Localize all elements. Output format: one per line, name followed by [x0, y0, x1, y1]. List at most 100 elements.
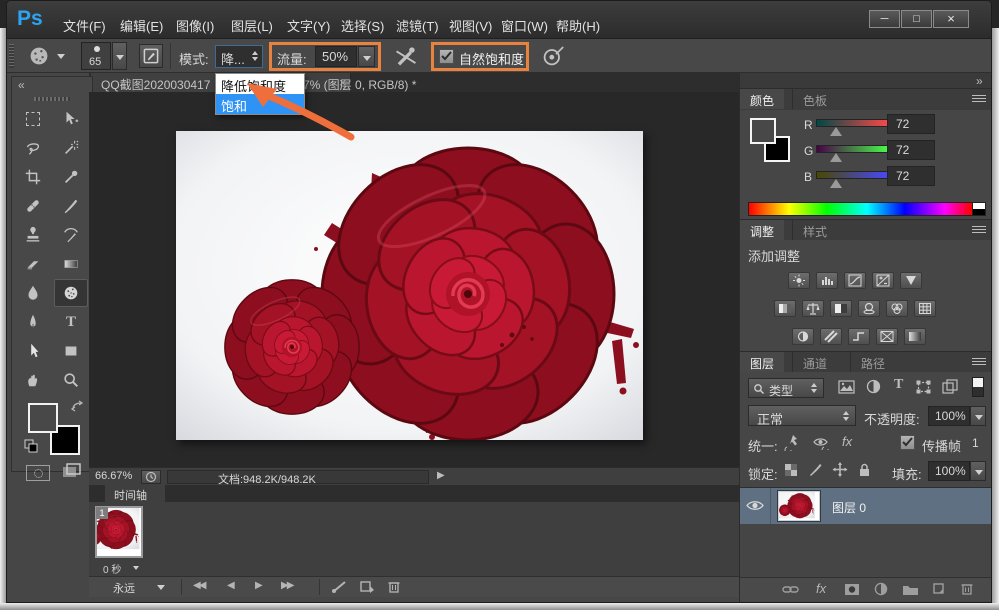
close-button[interactable]: ×	[933, 10, 969, 28]
flow-value-box[interactable]: 50%	[315, 46, 357, 67]
channel-r-thumb[interactable]	[830, 127, 842, 136]
channel-g-thumb[interactable]	[830, 153, 842, 162]
link-layers-button[interactable]	[782, 584, 799, 595]
menu-select[interactable]: 选择(S)	[341, 16, 384, 35]
adj-posterize-button[interactable]	[820, 328, 842, 345]
tool-hand[interactable]	[16, 366, 50, 394]
filter-kind-shape-button[interactable]	[916, 380, 931, 394]
adj-brightness-button[interactable]	[788, 272, 810, 289]
layer-name[interactable]: 图层 0	[832, 499, 866, 516]
loop-selector[interactable]: 永远	[107, 579, 171, 595]
layers-empty-area[interactable]	[740, 524, 992, 576]
vibrance-checkbox[interactable]	[439, 48, 454, 66]
tool-blur[interactable]	[16, 279, 50, 307]
menu-type[interactable]: 文字(Y)	[287, 16, 330, 35]
filter-on-toggle[interactable]	[972, 377, 984, 397]
new-layer-button[interactable]	[932, 582, 947, 596]
layer-style-button[interactable]: fx	[816, 581, 826, 596]
tab-paths[interactable]: 路径	[850, 352, 895, 372]
channel-g-value[interactable]: 72	[887, 140, 935, 160]
toggle-brush-panel-button[interactable]	[139, 44, 163, 68]
tool-rect-marquee[interactable]	[16, 105, 50, 133]
toolbar-collapse-icon[interactable]: «	[18, 78, 25, 92]
spectrum-black-swatch[interactable]	[972, 209, 986, 216]
tool-sponge-selected[interactable]	[54, 279, 88, 307]
tool-lasso[interactable]	[16, 134, 50, 162]
toolbar-grip[interactable]	[34, 97, 70, 101]
menu-image[interactable]: 图像(I)	[176, 16, 214, 35]
adj-vibrance-button[interactable]	[900, 272, 922, 289]
channel-r-value[interactable]: 72	[887, 114, 935, 134]
timeline-tab[interactable]: 时间轴	[105, 485, 165, 502]
adj-channel-mixer-button[interactable]	[886, 300, 908, 317]
propagate-checkbox[interactable]	[900, 434, 915, 452]
dock-collapse-icon[interactable]: »	[976, 74, 983, 88]
channel-r-slider[interactable]	[816, 119, 890, 127]
tool-eraser[interactable]	[16, 250, 50, 278]
status-more-button[interactable]: ▶	[437, 470, 445, 481]
fill-dropdown-button[interactable]	[970, 461, 986, 481]
add-mask-button[interactable]	[844, 583, 860, 596]
tool-brush[interactable]	[54, 192, 88, 220]
new-group-button[interactable]	[902, 583, 919, 596]
brush-dropdown-button[interactable]	[112, 42, 127, 70]
layer-filter-select[interactable]: 类型	[748, 378, 824, 398]
default-colors-icon[interactable]	[24, 439, 38, 453]
tool-type[interactable]: T	[54, 308, 88, 336]
unify-visibility-button[interactable]	[812, 435, 830, 450]
adj-selective-color-button[interactable]	[904, 328, 926, 345]
lock-position-button[interactable]	[832, 462, 848, 477]
layer-row-0[interactable]: 图层 0	[740, 488, 992, 524]
adj-photo-filter-button[interactable]	[858, 300, 880, 317]
adj-hue-sat-button[interactable]	[774, 300, 796, 317]
unify-position-button[interactable]	[784, 434, 802, 451]
menu-layer[interactable]: 图层(L)	[231, 16, 273, 35]
adj-gradient-map-button[interactable]	[876, 328, 898, 345]
adj-invert-button[interactable]	[792, 328, 814, 345]
panel-menu-icon[interactable]	[972, 95, 986, 104]
tab-swatches[interactable]: 色板	[792, 89, 837, 109]
tool-move[interactable]	[54, 105, 88, 133]
next-frame-button[interactable]: ▶▶	[281, 580, 292, 591]
panel-menu-icon[interactable]	[972, 358, 986, 367]
lock-all-button[interactable]	[858, 462, 871, 477]
filter-kind-adjustment-button[interactable]	[866, 379, 881, 394]
adj-color-lookup-button[interactable]	[914, 300, 936, 317]
layer-visibility-toggle[interactable]	[746, 499, 764, 512]
tool-clone-stamp[interactable]	[16, 221, 50, 249]
canvas[interactable]	[176, 131, 643, 440]
tab-adjustments[interactable]: 调整	[740, 220, 784, 240]
frame-delay-selector[interactable]: 0 秒	[103, 561, 121, 576]
tool-gradient[interactable]	[54, 250, 88, 278]
panel-menu-icon[interactable]	[972, 226, 986, 235]
tween-button[interactable]	[331, 580, 347, 594]
tool-crop[interactable]	[16, 163, 50, 191]
unify-style-button[interactable]: fx	[842, 434, 852, 449]
filter-kind-smart-button[interactable]	[942, 379, 958, 394]
filter-kind-type-button[interactable]: T	[894, 377, 903, 393]
adj-exposure-button[interactable]	[872, 272, 894, 289]
play-button[interactable]: ▶	[255, 580, 263, 591]
quick-mask-button[interactable]	[26, 465, 50, 481]
adj-threshold-button[interactable]	[848, 328, 870, 345]
duplicate-frame-button[interactable]	[359, 580, 375, 594]
rewind-button[interactable]: ◀◀	[193, 580, 204, 591]
tool-magic-wand[interactable]	[54, 134, 88, 162]
adj-color-balance-button[interactable]	[802, 300, 824, 317]
filter-kind-image-button[interactable]	[838, 380, 855, 395]
channel-b-slider[interactable]	[816, 171, 890, 179]
menu-view[interactable]: 视图(V)	[449, 16, 492, 35]
fill-value-box[interactable]: 100%	[928, 461, 970, 481]
menu-window[interactable]: 窗口(W)	[501, 16, 548, 35]
tab-color[interactable]: 颜色	[740, 89, 784, 109]
swap-colors-icon[interactable]	[70, 399, 84, 413]
tool-zoom[interactable]	[54, 366, 88, 394]
color-fg-swatch[interactable]	[750, 118, 776, 144]
status-icon-button[interactable]	[141, 470, 161, 484]
blend-mode-select[interactable]: 正常	[748, 405, 856, 426]
color-spectrum-ramp[interactable]	[748, 202, 986, 216]
opacity-dropdown-button[interactable]	[970, 406, 986, 426]
screen-mode-button[interactable]	[60, 461, 84, 483]
spectrum-white-swatch[interactable]	[972, 202, 986, 209]
minimize-button[interactable]: ─	[869, 10, 900, 28]
